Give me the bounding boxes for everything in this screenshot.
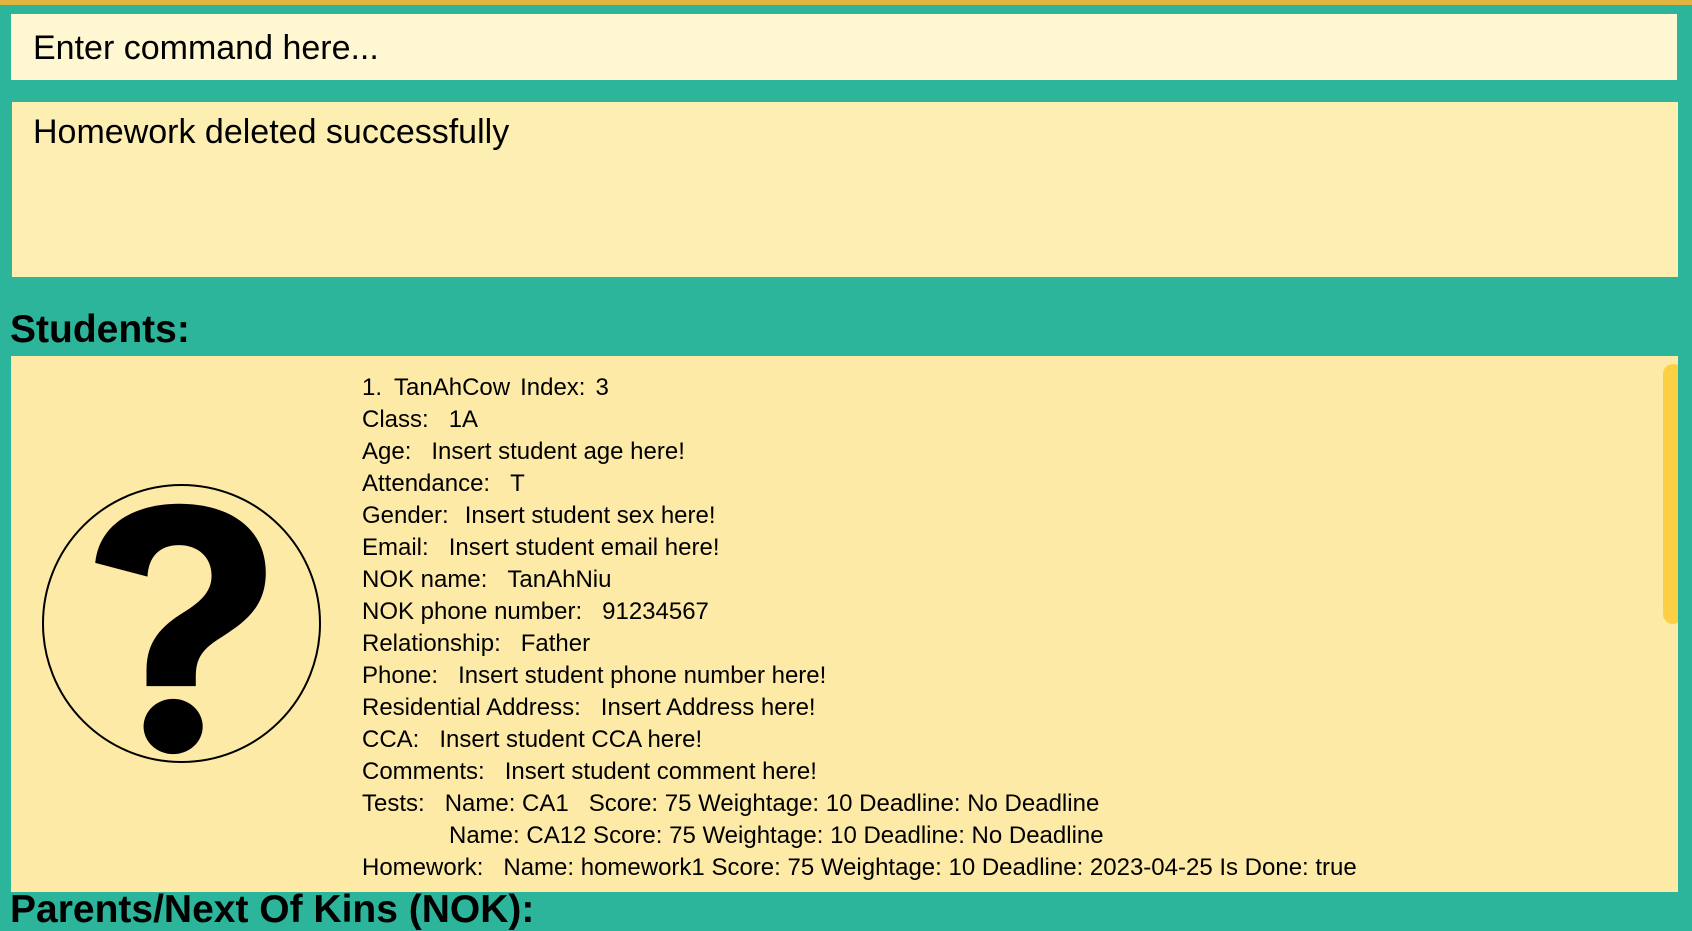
attendance-row: Attendance: T [362,468,1357,500]
age-value: Insert student age here! [431,438,685,465]
index-label: Index: [520,374,586,401]
result-display: Homework deleted successfully [12,102,1678,277]
address-value: Insert Address here! [600,694,816,721]
relationship-value: Father [520,630,591,657]
index-value: 3 [595,374,609,401]
student-name-row: 1. TanAhCow Index: 3 [362,372,1357,404]
command-placeholder: Enter command here... [33,29,379,67]
nok-phone-row: NOK phone number: 91234567 [362,596,1357,628]
attendance-label: Attendance: [362,470,491,497]
test-entry: Name: CA12 Score: 75 Weightage: 10 Deadl… [449,822,1104,849]
nok-name-label: NOK name: [362,566,488,593]
phone-value: Insert student phone number here! [458,662,827,689]
student-list-scrollbar[interactable] [1663,364,1678,624]
comments-value: Insert student comment here! [504,758,817,785]
relationship-row: Relationship: Father [362,628,1357,660]
age-row: Age: Insert student age here! [362,436,1357,468]
email-label: Email: [362,534,429,561]
cca-label: CCA: [362,726,420,753]
comments-row: Comments: Insert student comment here! [362,756,1357,788]
email-value: Insert student email here! [448,534,720,561]
homework-label: Homework: [362,854,484,881]
phone-row: Phone: Insert student phone number here! [362,660,1357,692]
parents-section-title: Parents/Next Of Kins (NOK): [10,888,535,931]
attendance-value: T [510,470,525,497]
question-mark-icon [42,484,321,763]
age-label: Age: [362,438,412,465]
student-name: TanAhCow [394,374,511,401]
gender-label: Gender: [362,502,449,529]
gender-value: Insert student sex here! [464,502,716,529]
cca-value: Insert student CCA here! [439,726,703,753]
window-top-border [0,0,1692,5]
tests-row-continued: Name: CA12 Score: 75 Weightage: 10 Deadl… [362,820,1357,852]
homework-row: Homework: Name: homework1 Score: 75 Weigh… [362,852,1357,884]
homework-entry: Name: homework1 Score: 75 Weightage: 10 … [503,854,1357,881]
email-row: Email: Insert student email here! [362,532,1357,564]
tests-label: Tests: [362,790,425,817]
nok-phone-label: NOK phone number: [362,598,583,625]
student-card[interactable]: 1. TanAhCow Index: 3 Class: 1A Age: Insert st… [11,356,1678,892]
address-row: Residential Address: Insert Address here! [362,692,1357,724]
gender-row: Gender: Insert student sex here! [362,500,1357,532]
cca-row: CCA: Insert student CCA here! [362,724,1357,756]
students-section-title: Students: [10,308,190,351]
address-label: Residential Address: [362,694,581,721]
student-number: 1. [362,374,383,401]
class-label: Class: [362,406,429,433]
command-input[interactable]: Enter command here... [11,14,1677,80]
nok-name-row: NOK name: TanAhNiu [362,564,1357,596]
relationship-label: Relationship: [362,630,501,657]
phone-label: Phone: [362,662,439,689]
nok-name-value: TanAhNiu [507,566,612,593]
nok-phone-value: 91234567 [602,598,709,625]
class-value: 1A [448,406,479,433]
test-entry: Name: CA1 Score: 75 Weightage: 10 Deadli… [444,790,1100,817]
student-details: 1. TanAhCow Index: 3 Class: 1A Age: Insert st… [362,372,1357,884]
tests-row: Tests: Name: CA1 Score: 75 Weightage: 10 … [362,788,1357,820]
result-message: Homework deleted successfully [33,113,510,151]
comments-label: Comments: [362,758,485,785]
class-row: Class: 1A [362,404,1357,436]
